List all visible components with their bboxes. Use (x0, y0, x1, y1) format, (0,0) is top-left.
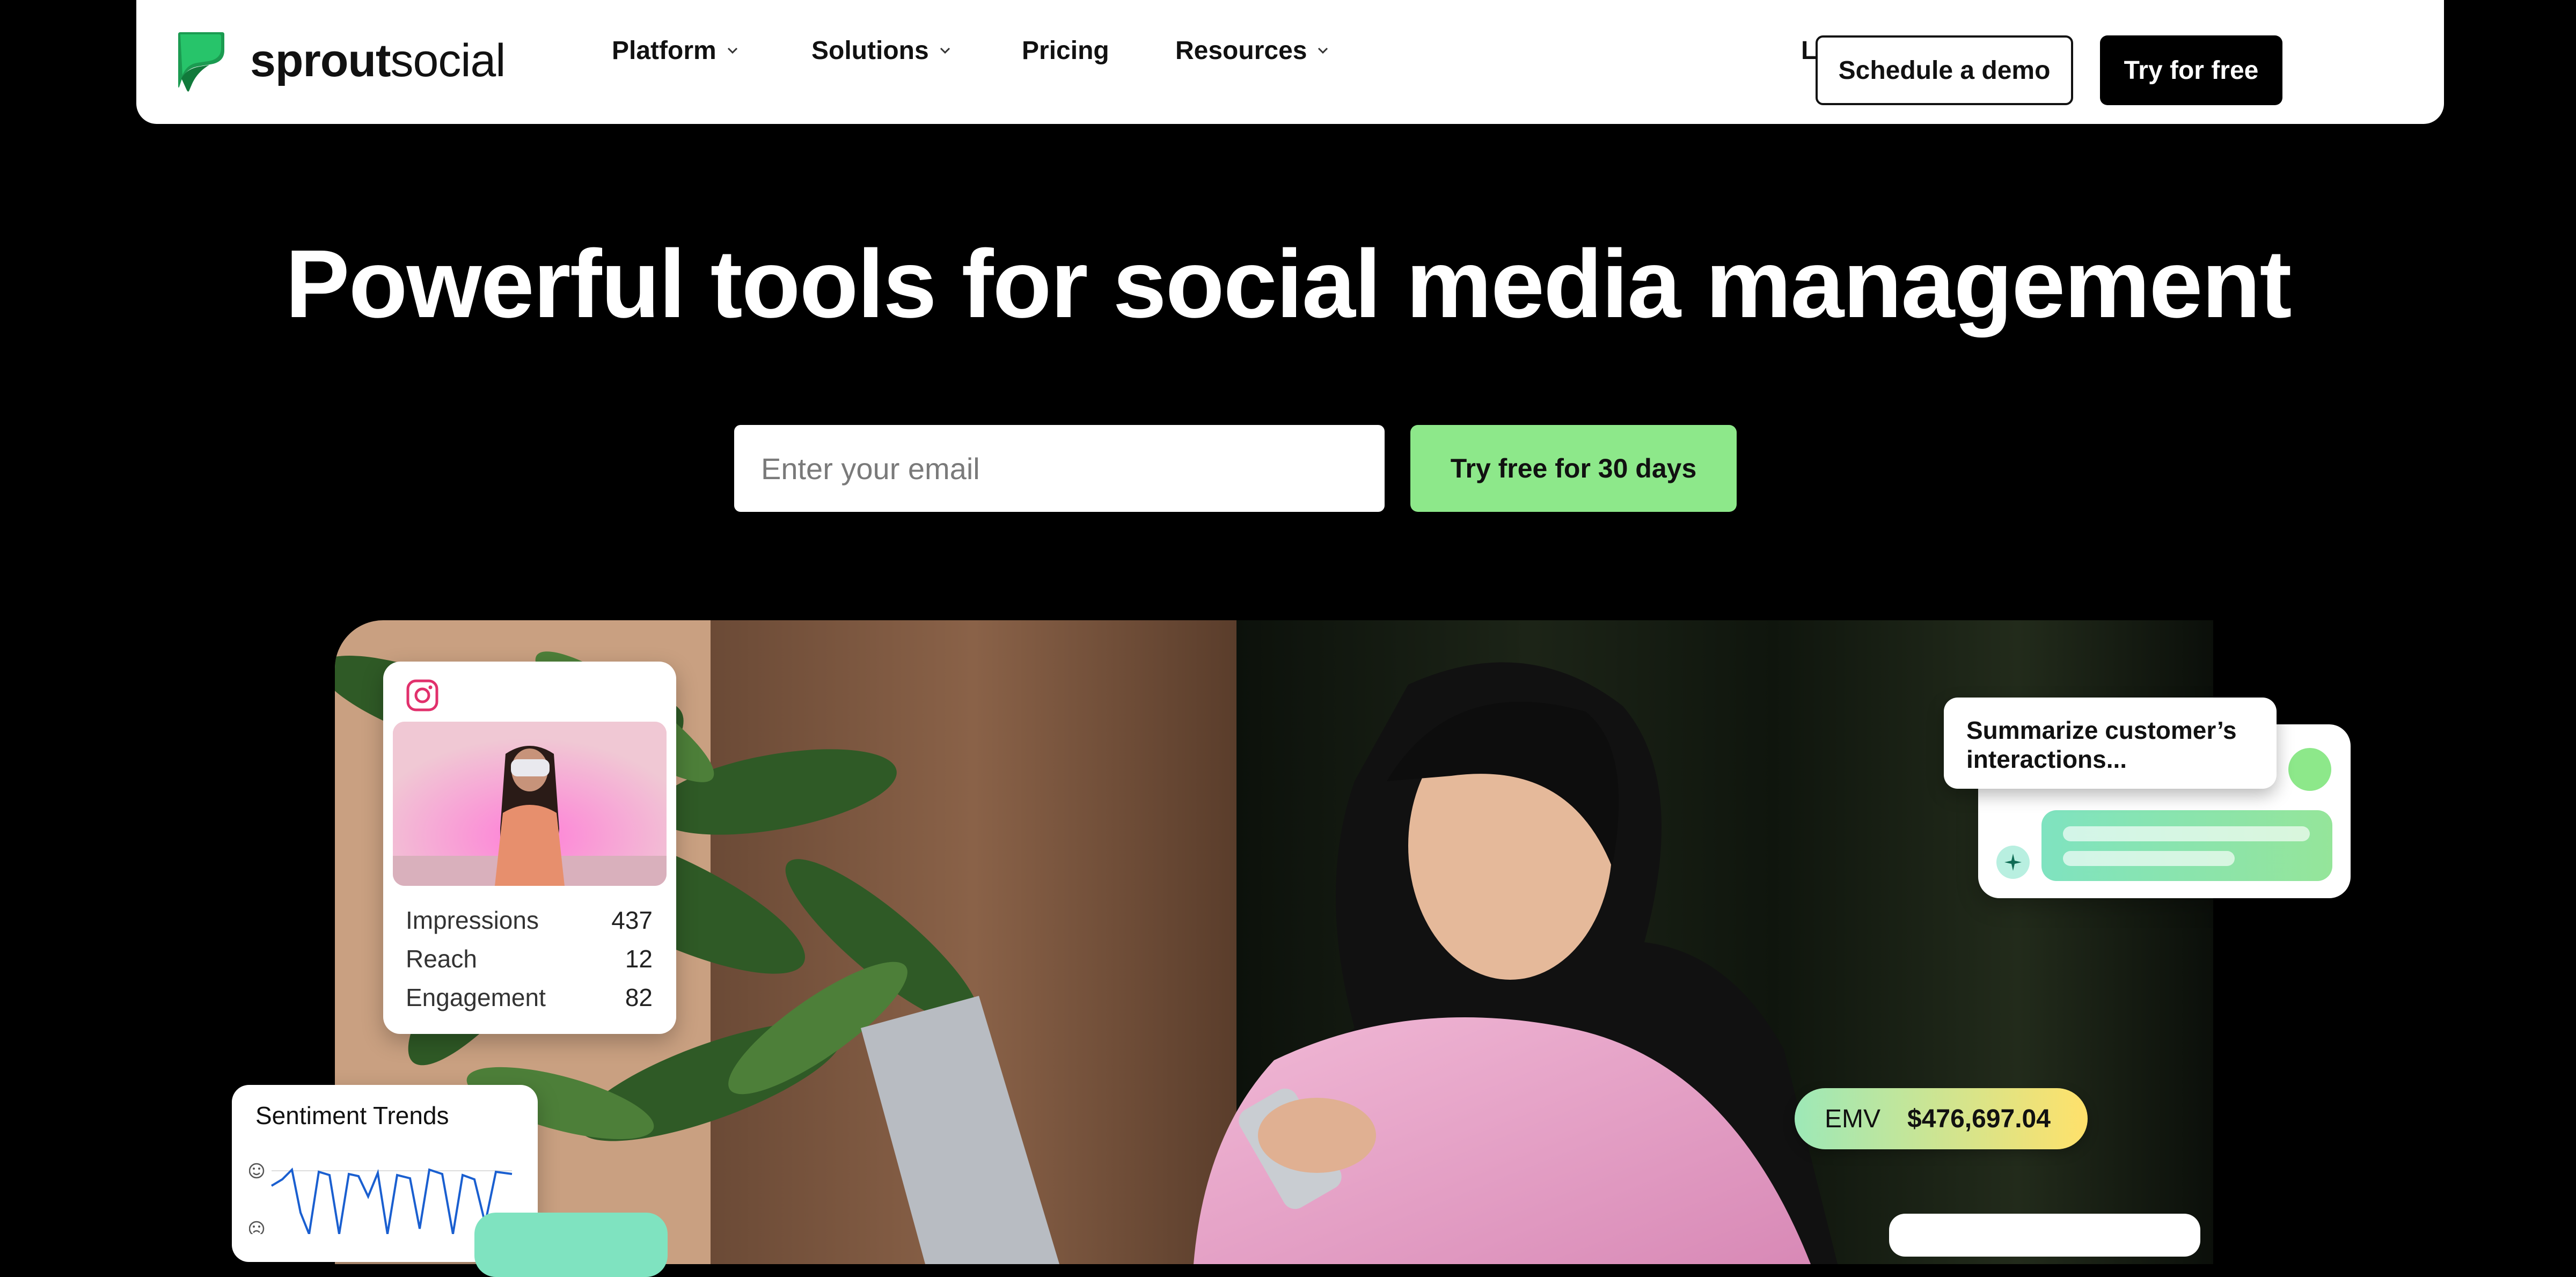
email-input[interactable] (734, 425, 1385, 512)
emv-badge: EMV $476,697.04 (1795, 1088, 2088, 1149)
nav-resources[interactable]: Resources (1175, 33, 1330, 68)
sprout-logo[interactable]: sproutsocial (176, 28, 506, 93)
ai-response-line (2063, 851, 2235, 866)
chevron-down-icon (725, 43, 740, 58)
decorative-blob (474, 1213, 668, 1277)
sentiment-trends-title: Sentiment Trends (255, 1102, 449, 1129)
stat-label: Reach (406, 945, 477, 973)
ai-avatar-dot (2288, 748, 2331, 791)
chevron-down-icon (1315, 43, 1330, 58)
instagram-post-card[interactable]: Impressions 437 Reach 12 Engagement 82 (383, 662, 676, 1034)
schedule-demo-button[interactable]: Schedule a demo (1816, 35, 2073, 105)
stat-label: Engagement (406, 984, 546, 1011)
emv-value: $476,697.04 (1907, 1104, 2051, 1133)
ai-response-line (2063, 826, 2310, 841)
stat-value: 437 (611, 906, 653, 934)
nav-platform-label: Platform (612, 36, 716, 65)
frown-icon (249, 1221, 265, 1234)
nav-platform[interactable]: Platform (612, 33, 740, 68)
try-free-30-days-button[interactable]: Try free for 30 days (1410, 425, 1737, 512)
smiley-icon (249, 1163, 265, 1179)
nav-solutions-label: Solutions (811, 36, 929, 65)
ai-response-bubble (2041, 810, 2332, 881)
stat-engagement: Engagement 82 (406, 981, 653, 1014)
instagram-post-thumbnail (393, 722, 667, 886)
stat-label: Impressions (406, 906, 539, 934)
nav-resources-label: Resources (1175, 36, 1307, 65)
ai-prompt-bubble: Summarize customer’s interactions... (1944, 698, 2277, 789)
chevron-down-icon (938, 43, 953, 58)
top-nav: sproutsocial Platform Solutions Pricing … (136, 0, 2444, 124)
vr-headset-photo (393, 722, 667, 886)
sentiment-sparkline (249, 1163, 513, 1234)
nav-solutions[interactable]: Solutions (811, 33, 953, 68)
ai-prompt-text: Summarize customer’s interactions... (1966, 716, 2237, 773)
partial-card (1889, 1214, 2200, 1257)
hero-title: Powerful tools for social media manageme… (285, 230, 2292, 338)
nav-pricing[interactable]: Pricing (1022, 33, 1109, 68)
sprout-leaf-icon (178, 32, 224, 92)
stat-impressions: Impressions 437 (406, 904, 653, 936)
brand-name: sproutsocial (250, 34, 506, 86)
stat-value: 12 (625, 945, 653, 973)
nav-pricing-label: Pricing (1022, 36, 1109, 65)
stat-value: 82 (625, 984, 653, 1011)
sparkle-icon (1996, 846, 2030, 879)
emv-label: EMV (1825, 1104, 1881, 1133)
stat-reach: Reach 12 (406, 943, 653, 975)
instagram-icon (406, 679, 438, 711)
try-for-free-button[interactable]: Try for free (2100, 35, 2282, 105)
